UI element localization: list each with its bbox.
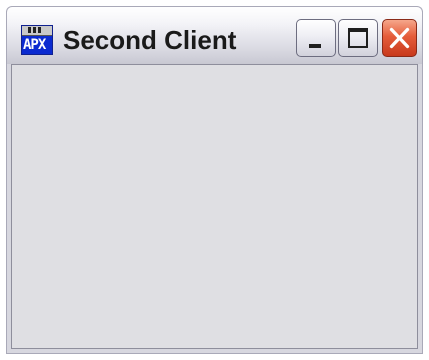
client-area	[6, 64, 423, 354]
window-border-right[interactable]	[422, 64, 423, 354]
window-border-left[interactable]	[6, 64, 7, 354]
close-icon	[389, 27, 410, 49]
minimize-icon	[309, 44, 321, 48]
window-title: Second Client	[63, 25, 237, 55]
maximize-icon	[348, 28, 368, 48]
close-button[interactable]	[382, 19, 417, 57]
maximize-button[interactable]	[338, 19, 378, 57]
content-pane	[11, 64, 418, 349]
window-border-bottom[interactable]	[6, 353, 423, 354]
java-app-icon[interactable]: APX	[21, 25, 53, 55]
minimize-button[interactable]	[296, 19, 336, 57]
application-window: APX Second Client	[0, 0, 429, 360]
